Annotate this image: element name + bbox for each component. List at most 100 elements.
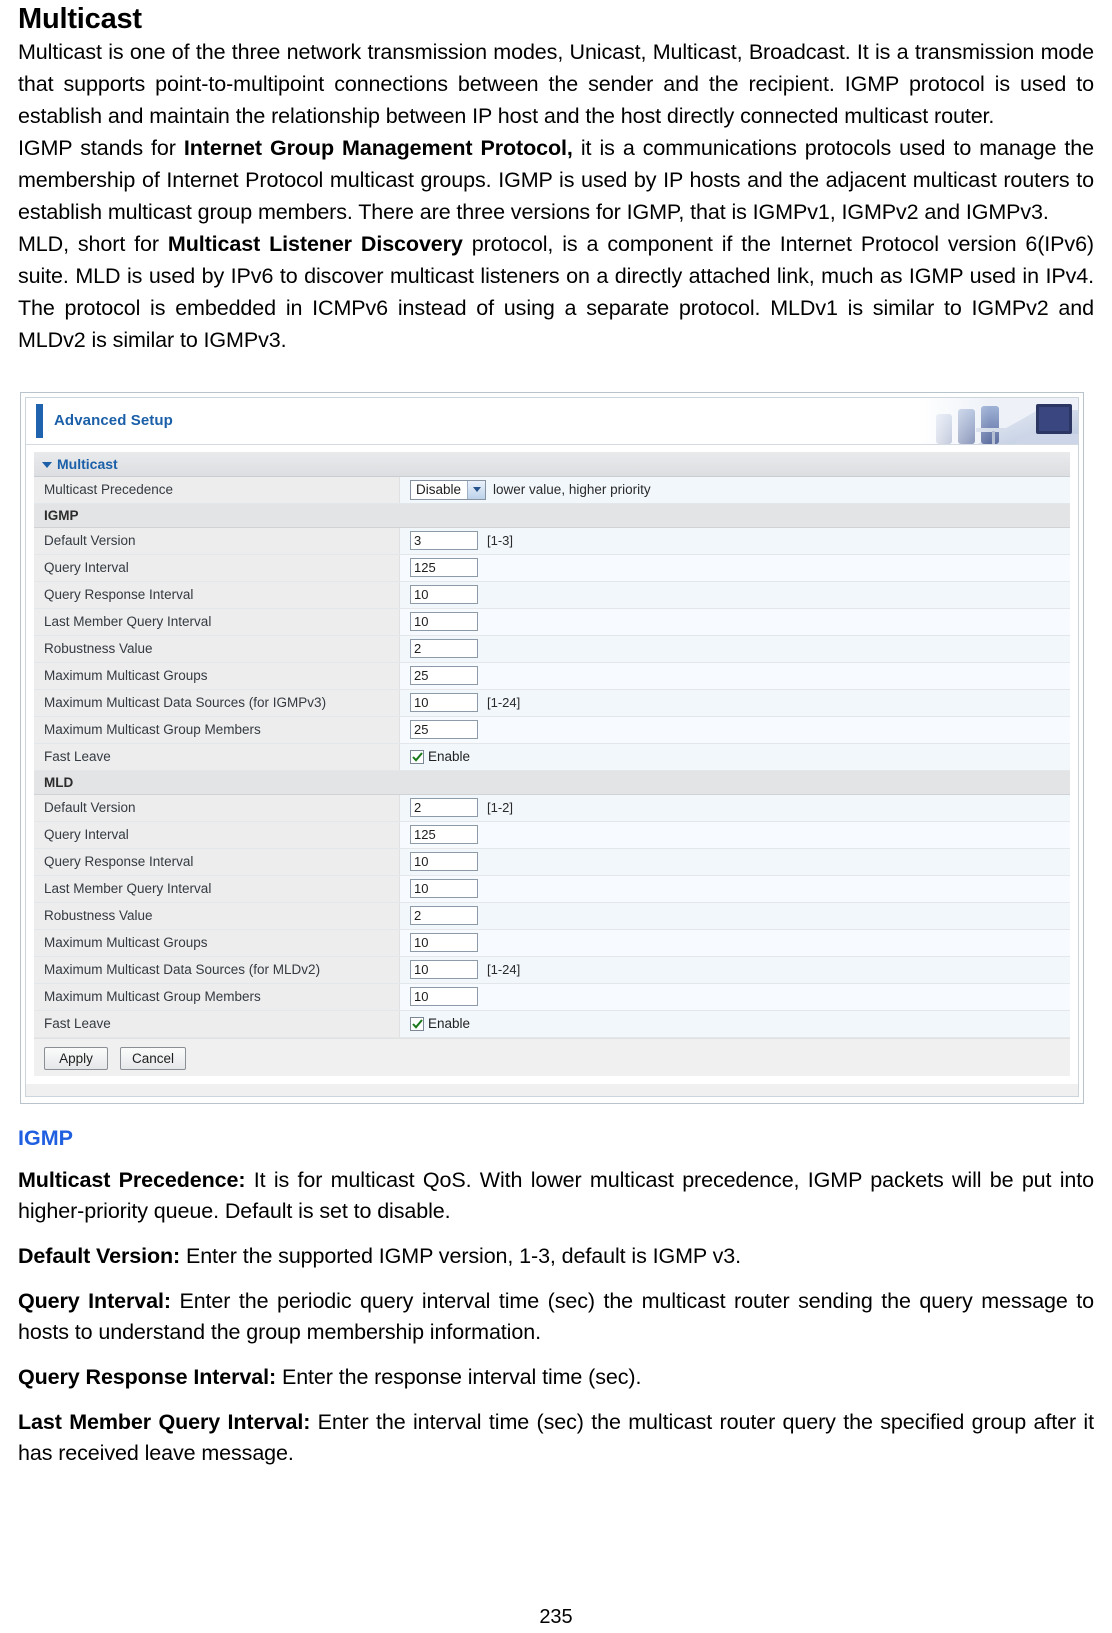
igmp-label-6: Maximum Multicast Data Sources (for IGMP…	[34, 689, 400, 716]
row-multicast-precedence: Multicast Precedence Disable lower value…	[34, 476, 1070, 504]
ui-footer-spacer	[26, 1083, 1078, 1096]
igmp-fast-leave-checkbox-wrap[interactable]: Enable	[410, 749, 470, 764]
igmp-label-3: Last Member Query Interval	[34, 608, 400, 635]
igmp-input-last-member-query-interval[interactable]	[410, 612, 478, 632]
mld-input-last-member-query-interval[interactable]	[410, 879, 478, 899]
table-row: Default Version [1-3]	[34, 527, 1070, 555]
table-row: Default Version [1-2]	[34, 794, 1070, 822]
mld-value-1	[400, 822, 1070, 848]
igmp-value-7	[400, 717, 1070, 743]
mld-hint-6: [1-24]	[487, 962, 521, 978]
mld-label-5: Maximum Multicast Groups	[34, 929, 400, 956]
para3-bold-term: Multicast Listener Discovery	[167, 231, 463, 256]
igmp-input-default-version[interactable]	[410, 531, 478, 551]
mld-hint-0: [1-2]	[487, 800, 514, 816]
multicast-precedence-select[interactable]: Disable	[410, 479, 487, 500]
table-row: Fast Leave Enable	[34, 1010, 1070, 1038]
definition-text: Enter the periodic query interval time (…	[18, 1288, 1095, 1344]
ui-header: Advanced Setup	[26, 397, 1078, 445]
multicast-precedence-note: lower value, higher priority	[493, 482, 651, 498]
para3-pre: MLD, short for	[18, 231, 168, 256]
para2-pre: IGMP stands for	[18, 135, 184, 160]
mld-rows: Default Version [1-2] Query Interval	[34, 794, 1070, 1038]
igmp-subsection-header: IGMP	[34, 503, 1070, 528]
document-page: Multicast Multicast is one of the three …	[0, 3, 1112, 1633]
mld-input-robustness-value[interactable]	[410, 906, 478, 926]
igmp-input-query-interval[interactable]	[410, 558, 478, 578]
mld-label-7: Maximum Multicast Group Members	[34, 983, 400, 1010]
definition-term: Query Interval:	[18, 1288, 171, 1313]
definition-last-member-query-interval: Last Member Query Interval: Enter the in…	[18, 1407, 1094, 1469]
check-icon	[411, 1019, 423, 1029]
mld-value-7	[400, 984, 1070, 1010]
mld-value-0: [1-2]	[400, 795, 1070, 821]
igmp-value-4	[400, 636, 1070, 662]
table-row: Last Member Query Interval	[34, 875, 1070, 903]
igmp-label-5: Maximum Multicast Groups	[34, 662, 400, 689]
router-ui-frame: Advanced Setup Multicast Multicast Prece…	[25, 396, 1079, 1097]
office-photo-svg	[918, 397, 1078, 444]
definition-multicast-precedence: Multicast Precedence: It is for multicas…	[18, 1165, 1094, 1227]
mld-subsection-header: MLD	[34, 770, 1070, 795]
mld-fast-leave-checkbox-wrap[interactable]: Enable	[410, 1016, 470, 1031]
table-row: Query Interval	[34, 821, 1070, 849]
definition-query-interval: Query Interval: Enter the periodic query…	[18, 1286, 1094, 1348]
igmp-label-2: Query Response Interval	[34, 581, 400, 608]
office-photo-banner	[918, 397, 1078, 444]
igmp-fast-leave-checkbox[interactable]	[410, 749, 424, 764]
mld-input-maximum-multicast-groups[interactable]	[410, 933, 478, 953]
igmp-label-7: Maximum Multicast Group Members	[34, 716, 400, 743]
intro-paragraph-2: IGMP stands for Internet Group Managemen…	[18, 132, 1094, 228]
para2-bold-term: Internet Group Management Protocol,	[183, 135, 573, 160]
igmp-value-0: [1-3]	[400, 528, 1070, 554]
mld-value-4	[400, 903, 1070, 929]
table-row: Query Response Interval	[34, 581, 1070, 609]
definition-term: Multicast Precedence:	[18, 1167, 246, 1192]
mld-input-query-interval[interactable]	[410, 825, 478, 845]
igmp-value-6: [1-24]	[400, 690, 1070, 716]
igmp-hint-0: [1-3]	[487, 533, 514, 549]
definition-text: Enter the supported IGMP version, 1-3, d…	[180, 1243, 742, 1268]
intro-paragraph-3: MLD, short for Multicast Listener Discov…	[18, 228, 1094, 356]
chevron-down-icon[interactable]	[467, 480, 486, 499]
table-row: Maximum Multicast Data Sources (for MLDv…	[34, 956, 1070, 984]
igmp-fast-leave-label: Enable	[428, 749, 471, 765]
mld-label-3: Last Member Query Interval	[34, 875, 400, 902]
mld-value-2	[400, 849, 1070, 875]
apply-button[interactable]: Apply	[44, 1046, 108, 1070]
collapse-caret-icon[interactable]	[42, 461, 52, 468]
multicast-section-header[interactable]: Multicast	[34, 450, 1070, 477]
page-number: 235	[539, 1606, 573, 1628]
igmp-input-robustness-value[interactable]	[410, 639, 478, 659]
mld-fast-leave-label: Enable	[428, 1016, 471, 1032]
label-multicast-precedence: Multicast Precedence	[34, 476, 400, 503]
table-row: Maximum Multicast Groups	[34, 662, 1070, 690]
mld-label-1: Query Interval	[34, 821, 400, 848]
intro-paragraph-1: Multicast is one of the three network tr…	[18, 39, 1094, 128]
igmp-input-maximum-multicast-groups[interactable]	[410, 666, 478, 686]
table-row: Robustness Value	[34, 902, 1070, 930]
mld-input-maximum-multicast-data-sources[interactable]	[410, 960, 478, 980]
definition-term: Last Member Query Interval:	[18, 1409, 311, 1434]
igmp-value-5	[400, 663, 1070, 689]
igmp-value-1	[400, 555, 1070, 581]
mld-value-3	[400, 876, 1070, 902]
mld-input-maximum-multicast-group-members[interactable]	[410, 987, 478, 1007]
mld-input-query-response-interval[interactable]	[410, 852, 478, 872]
igmp-input-maximum-multicast-data-sources[interactable]	[410, 693, 478, 713]
definition-term: Default Version:	[18, 1243, 181, 1268]
table-row: Maximum Multicast Groups	[34, 929, 1070, 957]
igmp-input-maximum-multicast-group-members[interactable]	[410, 720, 478, 740]
mld-input-default-version[interactable]	[410, 798, 478, 818]
ui-body: Multicast Multicast Precedence Disable l…	[26, 444, 1078, 1084]
table-row: Maximum Multicast Group Members	[34, 716, 1070, 744]
cancel-button[interactable]: Cancel	[120, 1046, 187, 1070]
definitions-heading: IGMP	[18, 1125, 73, 1150]
table-row: Last Member Query Interval	[34, 608, 1070, 636]
igmp-input-query-response-interval[interactable]	[410, 585, 478, 605]
mld-fast-leave-checkbox[interactable]	[410, 1016, 424, 1031]
multicast-section-title: Multicast	[57, 455, 118, 472]
check-icon	[411, 752, 423, 762]
table-row: Maximum Multicast Data Sources (for IGMP…	[34, 689, 1070, 717]
table-row: Robustness Value	[34, 635, 1070, 663]
